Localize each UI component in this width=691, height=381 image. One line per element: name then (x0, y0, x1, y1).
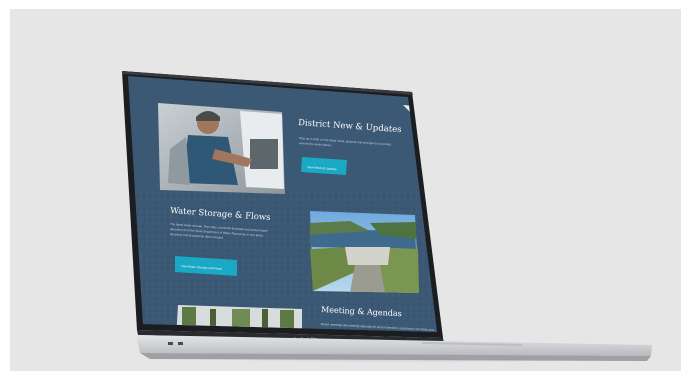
backdrop: District New & Updates Stay up to date o… (10, 9, 681, 371)
usb-port-icon (168, 342, 173, 345)
view-news-button[interactable]: View News & Updates (301, 157, 347, 175)
laptop-mockup: District New & Updates Stay up to date o… (122, 71, 652, 361)
operator-photo (158, 103, 285, 194)
website-screen: District New & Updates Stay up to date o… (128, 76, 437, 332)
dam-photo (310, 211, 419, 293)
usb-port-icon (178, 342, 183, 345)
model-label: MacBook Pro (293, 336, 318, 341)
